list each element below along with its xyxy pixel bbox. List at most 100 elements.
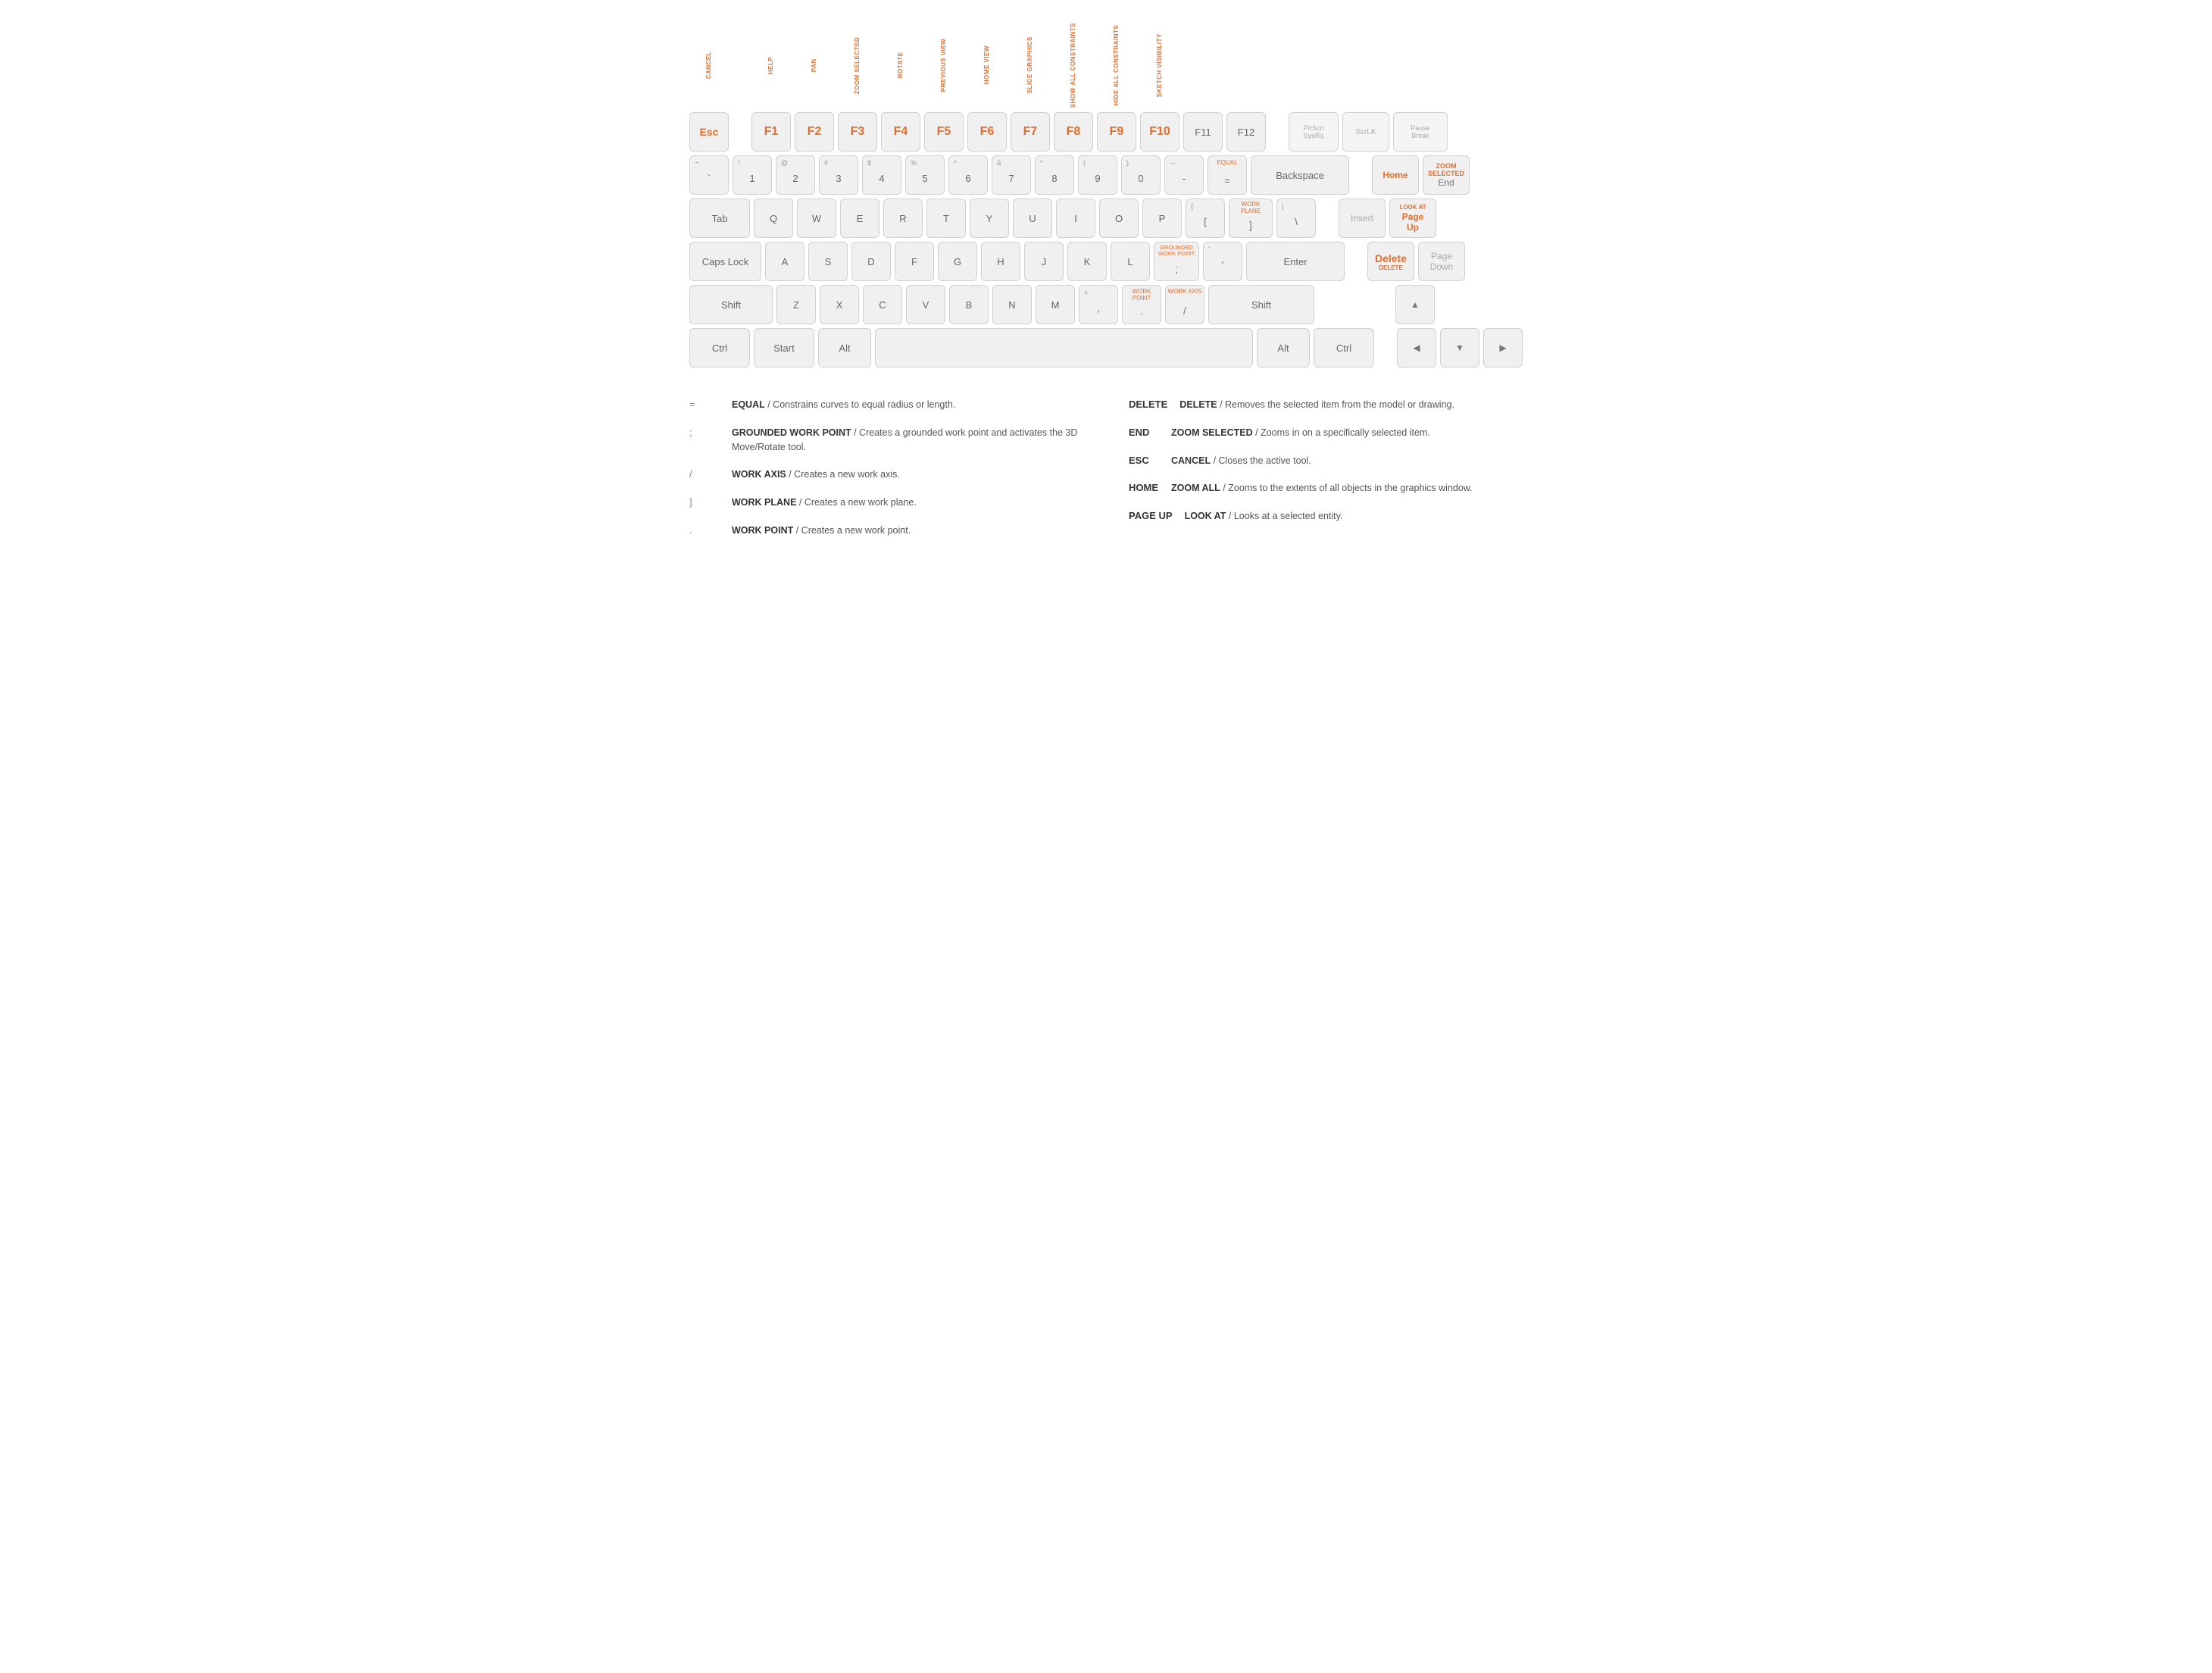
shift-gap1 bbox=[1318, 285, 1333, 324]
fn-gap2 bbox=[1270, 112, 1285, 152]
key-semicolon[interactable]: GROUNDEDWORK POINT ; bbox=[1154, 242, 1199, 281]
key-f1[interactable]: F1 bbox=[751, 112, 791, 152]
key-period[interactable]: WORK POINT . bbox=[1122, 285, 1161, 324]
key-arrow-down[interactable]: ▼ bbox=[1440, 328, 1479, 367]
key-end[interactable]: ZOOMSELECTED End bbox=[1423, 155, 1470, 195]
num-gap1 bbox=[1353, 155, 1368, 195]
key-h[interactable]: H bbox=[981, 242, 1020, 281]
key-f7[interactable]: F7 bbox=[1011, 112, 1050, 152]
key-lbracket[interactable]: { [ bbox=[1186, 199, 1225, 238]
key-k[interactable]: K bbox=[1067, 242, 1107, 281]
key-c[interactable]: C bbox=[863, 285, 902, 324]
key-f3[interactable]: F3 bbox=[838, 112, 877, 152]
f3-label-cell: ZOOM SELECTED bbox=[838, 23, 877, 108]
key-backslash[interactable]: | \ bbox=[1276, 199, 1316, 238]
key-start[interactable]: Start bbox=[754, 328, 814, 367]
key-f11[interactable]: F11 bbox=[1183, 112, 1223, 152]
key-enter[interactable]: Enter bbox=[1246, 242, 1345, 281]
key-i[interactable]: I bbox=[1056, 199, 1095, 238]
key-equal[interactable]: EQUAL = bbox=[1208, 155, 1247, 195]
key-y[interactable]: Y bbox=[970, 199, 1009, 238]
key-u[interactable]: U bbox=[1013, 199, 1052, 238]
key-f[interactable]: F bbox=[895, 242, 934, 281]
f9-label-cell: HIDE ALL CONSTRAINTS bbox=[1097, 23, 1136, 108]
key-v[interactable]: V bbox=[906, 285, 945, 324]
key-f12[interactable]: F12 bbox=[1226, 112, 1266, 152]
key-prtscn[interactable]: PrtScnSysRq bbox=[1289, 112, 1339, 152]
key-tilde[interactable]: ~ ` bbox=[689, 155, 729, 195]
key-g[interactable]: G bbox=[938, 242, 977, 281]
key-shift-right[interactable]: Shift bbox=[1208, 285, 1314, 324]
key-pagedown[interactable]: PageDown bbox=[1418, 242, 1465, 281]
key-arrow-right[interactable]: ▶ bbox=[1483, 328, 1523, 367]
key-alt-left[interactable]: Alt bbox=[818, 328, 871, 367]
key-x[interactable]: X bbox=[820, 285, 859, 324]
key-scrlk[interactable]: ScrLK bbox=[1342, 112, 1389, 152]
key-insert[interactable]: Insert bbox=[1339, 199, 1386, 238]
key-4[interactable]: $ 4 bbox=[862, 155, 901, 195]
key-arrow-left[interactable]: ◀ bbox=[1397, 328, 1436, 367]
key-f4[interactable]: F4 bbox=[881, 112, 920, 152]
key-t[interactable]: T bbox=[926, 199, 966, 238]
key-quote[interactable]: " ' bbox=[1203, 242, 1242, 281]
key-p[interactable]: P bbox=[1142, 199, 1182, 238]
number-row: ~ ` ! 1 @ 2 # 3 $ 4 % 5 bbox=[689, 155, 1523, 195]
key-2[interactable]: @ 2 bbox=[776, 155, 815, 195]
key-arrow-up[interactable]: ▲ bbox=[1395, 285, 1435, 324]
key-rbracket[interactable]: WORKPLANE ] bbox=[1229, 199, 1273, 238]
key-6[interactable]: ^ 6 bbox=[948, 155, 988, 195]
key-pause[interactable]: PauseBreak bbox=[1393, 112, 1448, 152]
legend-item-semicolon: ; GROUNDED WORK POINT / Creates a ground… bbox=[689, 426, 1083, 455]
key-5[interactable]: % 5 bbox=[905, 155, 945, 195]
key-shift-left[interactable]: Shift bbox=[689, 285, 773, 324]
key-home[interactable]: Home bbox=[1372, 155, 1419, 195]
legend-item-rbracket: ] WORK PLANE / Creates a new work plane. bbox=[689, 496, 1083, 510]
key-r[interactable]: R bbox=[883, 199, 923, 238]
f5-label-cell: PREVIOUS VIEW bbox=[924, 23, 964, 108]
qwerty-row: Tab Q W E R T Y U I O P { [ WORKPLANE ] … bbox=[689, 199, 1523, 238]
key-m[interactable]: M bbox=[1036, 285, 1075, 324]
key-o[interactable]: O bbox=[1099, 199, 1139, 238]
key-f2[interactable]: F2 bbox=[795, 112, 834, 152]
key-s[interactable]: S bbox=[808, 242, 848, 281]
fn-gap bbox=[733, 112, 748, 152]
key-f5[interactable]: F5 bbox=[924, 112, 964, 152]
key-w[interactable]: W bbox=[797, 199, 836, 238]
key-space[interactable] bbox=[875, 328, 1253, 367]
legend-item-slash: / WORK AXIS / Creates a new work axis. bbox=[689, 468, 1083, 482]
key-delete[interactable]: Delete DELETE bbox=[1367, 242, 1414, 281]
key-a[interactable]: A bbox=[765, 242, 805, 281]
key-ctrl-right[interactable]: Ctrl bbox=[1314, 328, 1374, 367]
key-comma[interactable]: < , bbox=[1079, 285, 1118, 324]
key-ctrl-left[interactable]: Ctrl bbox=[689, 328, 750, 367]
key-b[interactable]: B bbox=[949, 285, 989, 324]
ctrl-gap1 bbox=[1378, 328, 1393, 367]
key-slash[interactable]: WORK AXIS / bbox=[1165, 285, 1204, 324]
key-alt-right[interactable]: Alt bbox=[1257, 328, 1310, 367]
key-j[interactable]: J bbox=[1024, 242, 1064, 281]
key-esc[interactable]: Esc bbox=[689, 112, 729, 152]
key-1[interactable]: ! 1 bbox=[733, 155, 772, 195]
key-z[interactable]: Z bbox=[776, 285, 816, 324]
key-backspace[interactable]: Backspace bbox=[1251, 155, 1349, 195]
key-capslock[interactable]: Caps Lock bbox=[689, 242, 761, 281]
key-0[interactable]: ) 0 bbox=[1121, 155, 1161, 195]
f7-label-cell: SLICE GRAPHICS bbox=[1011, 23, 1050, 108]
keyboard-container: CANCEL HELP PAN ZOOM SELECTED ROTATE PRE… bbox=[689, 23, 1523, 552]
key-q[interactable]: Q bbox=[754, 199, 793, 238]
key-f8[interactable]: F8 bbox=[1054, 112, 1093, 152]
key-e[interactable]: E bbox=[840, 199, 879, 238]
key-9[interactable]: ( 9 bbox=[1078, 155, 1117, 195]
key-tab[interactable]: Tab bbox=[689, 199, 750, 238]
key-f10[interactable]: F10 bbox=[1140, 112, 1179, 152]
key-pageup[interactable]: LOOK AT PageUp bbox=[1389, 199, 1436, 238]
key-f6[interactable]: F6 bbox=[967, 112, 1007, 152]
key-l[interactable]: L bbox=[1111, 242, 1150, 281]
key-7[interactable]: & 7 bbox=[992, 155, 1031, 195]
key-3[interactable]: # 3 bbox=[819, 155, 858, 195]
key-minus[interactable]: — - bbox=[1164, 155, 1204, 195]
key-n[interactable]: N bbox=[992, 285, 1032, 324]
key-f9[interactable]: F9 bbox=[1097, 112, 1136, 152]
key-8[interactable]: * 8 bbox=[1035, 155, 1074, 195]
key-d[interactable]: D bbox=[851, 242, 891, 281]
